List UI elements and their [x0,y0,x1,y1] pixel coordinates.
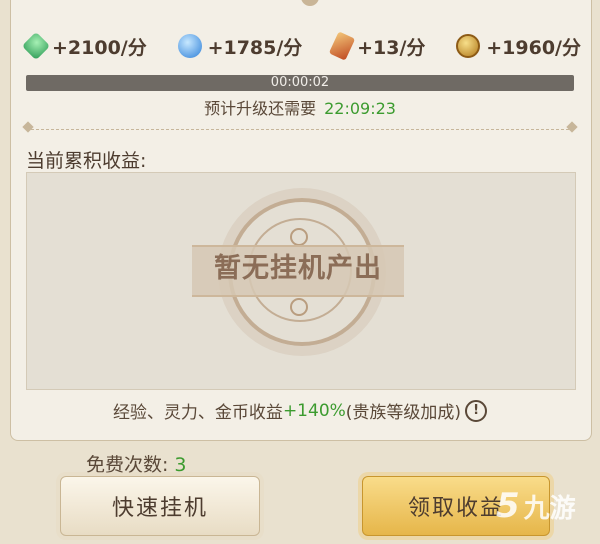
progress-time: 00:00:02 [270,75,330,90]
green-gem-icon [21,31,51,61]
site-watermark: 5 九游 [496,476,586,536]
eta-label: 预计升级还需要 [204,99,317,118]
bonus-prefix: 经验、灵力、金币收益 [112,403,283,423]
watermark-glyph: 5 [496,486,520,526]
info-icon[interactable]: ! [465,399,488,422]
blue-spirit-icon [177,34,202,58]
gold-coin-icon [456,34,481,58]
rate-scroll-value: +13/分 [357,36,426,59]
seal-moon-icon [290,228,308,246]
scroll-icon [328,31,356,61]
free-count-label: 免费次数: [86,454,169,476]
section-divider [26,129,574,132]
rate-exp-value: +2100/分 [52,36,147,59]
empty-state-text: 暂无挂机产出 [214,253,382,284]
level-progress-bar: 00:00:02 [26,75,574,91]
section-title: 当前累积收益: [26,150,147,172]
top-ornament [301,0,319,6]
bonus-suffix: (贵族等级加成) [345,403,462,423]
upgrade-eta: 预计升级还需要 22:09:23 [0,95,600,119]
rate-gold: +1960/分 [456,33,581,60]
rate-spirit: +1785/分 [177,33,303,60]
quick-idle-button[interactable]: 快速挂机 [60,476,260,536]
income-rates-bar: +2100/分 +1785/分 +13/分 +1960/分 [21,28,581,64]
watermark-text: 九游 [523,493,576,524]
rate-exp: +2100/分 [21,31,147,61]
noble-bonus-line: 经验、灵力、金币收益 +140% (贵族等级加成)! [0,398,600,423]
free-count: 免费次数: 3 [86,450,187,477]
free-count-value: 3 [174,454,187,476]
bonus-percent: +140% [282,400,346,421]
eta-value: 22:09:23 [324,99,396,118]
rate-scroll: +13/分 [328,31,426,61]
seal-moon-icon-bottom [290,298,308,316]
rate-spirit-value: +1785/分 [207,36,303,59]
rate-gold-value: +1960/分 [486,36,581,59]
